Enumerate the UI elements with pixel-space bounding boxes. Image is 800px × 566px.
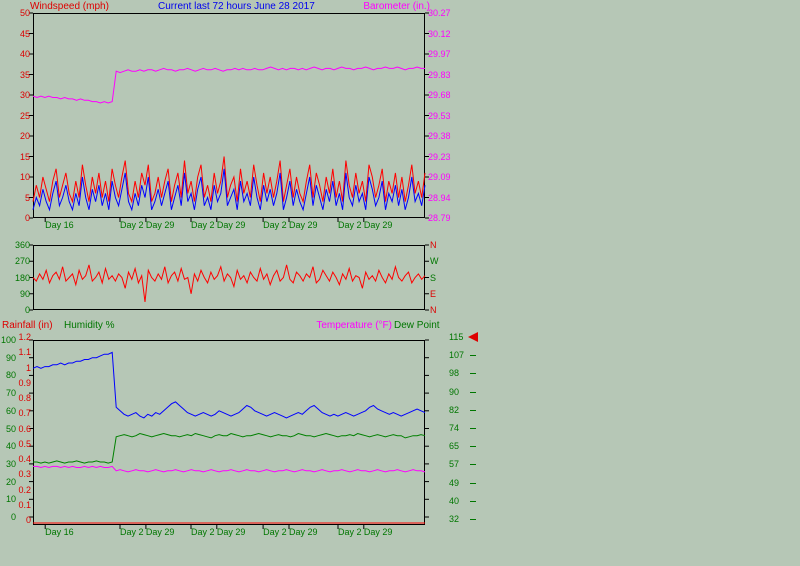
axis-tick-label: 0	[14, 515, 31, 525]
axis-tick-label: 360	[0, 240, 30, 250]
axis-tick-label: 10	[0, 172, 30, 182]
axis-tick-label: 29.23	[428, 152, 451, 162]
axis-tick-label: 0.4	[14, 454, 31, 464]
temp-scale-tick	[470, 501, 476, 502]
wind-direction-chart	[33, 245, 425, 310]
x-axis-day-label: Day 29	[289, 527, 318, 537]
axis-tick-label: 29.09	[428, 172, 451, 182]
axis-tick-label: 1	[14, 363, 31, 373]
axis-tick-label: E	[430, 289, 436, 299]
temp-scale-tick	[470, 373, 476, 374]
temp-scale-tick	[470, 392, 476, 393]
x-axis-day-label: Day 29	[289, 220, 318, 230]
axis-tick-label: 28.94	[428, 193, 451, 203]
axis-tick-label: 5	[0, 193, 30, 203]
axis-tick-label: 270	[0, 256, 30, 266]
axis-tick-label: N	[430, 305, 437, 315]
axis-tick-label: 15	[0, 152, 30, 162]
axis-tick-label: 29.53	[428, 111, 451, 121]
axis-tick-label: 82	[449, 405, 459, 415]
axis-tick-label: 45	[0, 29, 30, 39]
x-axis-day-label: Day 29	[364, 220, 393, 230]
axis-tick-label: 0.2	[14, 485, 31, 495]
x-axis-day-label: Day 2	[263, 220, 287, 230]
temp-scale-tick	[470, 428, 476, 429]
axis-tick-label: 90	[449, 387, 459, 397]
x-axis-day-label: Day 2	[191, 527, 215, 537]
axis-tick-label: 35	[0, 70, 30, 80]
temp-scale-tick	[470, 519, 476, 520]
axis-tick-label: 50	[0, 8, 30, 18]
x-axis-day-label: Day 2	[120, 527, 144, 537]
temp-scale-tick	[470, 355, 476, 356]
humidity-axis-title: Humidity %	[64, 320, 115, 331]
axis-tick-label: 0	[0, 305, 30, 315]
axis-tick-label: 28.79	[428, 213, 451, 223]
axis-tick-label: 20	[0, 131, 30, 141]
x-axis-day-label: Day 2	[338, 220, 362, 230]
axis-tick-label: 0.6	[14, 424, 31, 434]
axis-tick-label: 1.2	[14, 332, 31, 342]
axis-tick-label: 49	[449, 478, 459, 488]
x-axis-day-label: Day 29	[217, 527, 246, 537]
axis-tick-label: 29.97	[428, 49, 451, 59]
axis-tick-label: S	[430, 273, 436, 283]
axis-tick-label: 0.5	[14, 439, 31, 449]
chart-title: Current last 72 hours June 28 2017	[158, 1, 315, 12]
axis-tick-label: 180	[0, 273, 30, 283]
axis-tick-label: 30.12	[428, 29, 451, 39]
barometer-axis-title: Barometer (in.)	[330, 1, 430, 12]
temperature-axis-title: Temperature (°F)	[292, 320, 392, 331]
temp-scale-tick	[470, 446, 476, 447]
axis-tick-label: 98	[449, 368, 459, 378]
axis-tick-label: 1.1	[14, 347, 31, 357]
rainfall-axis-title: Rainfall (in)	[2, 320, 53, 331]
x-axis-day-label: Day 29	[217, 220, 246, 230]
rain-humidity-temperature-chart	[33, 340, 425, 525]
temp-scale-tick	[470, 464, 476, 465]
windspeed-axis-title: Windspeed (mph)	[30, 1, 109, 12]
axis-tick-label: 57	[449, 459, 459, 469]
dewpoint-axis-title: Dew Point	[394, 320, 440, 331]
axis-tick-label: 32	[449, 514, 459, 524]
axis-tick-label: 0	[0, 213, 30, 223]
weather-graphs-screen: Windspeed (mph) Current last 72 hours Ju…	[0, 0, 800, 566]
x-axis-day-label: Day 2	[120, 220, 144, 230]
x-axis-day-label: Day 29	[146, 527, 175, 537]
temp-scale-tick	[470, 483, 476, 484]
axis-tick-label: 0.7	[14, 408, 31, 418]
axis-tick-label: 65	[449, 441, 459, 451]
axis-tick-label: 0.9	[14, 378, 31, 388]
x-axis-day-label: Day 16	[45, 527, 74, 537]
axis-tick-label: 40	[0, 49, 30, 59]
axis-tick-label: 29.38	[428, 131, 451, 141]
temp-scale-tick	[470, 410, 476, 411]
windspeed-barometer-chart	[33, 13, 425, 218]
axis-tick-label: 29.83	[428, 70, 451, 80]
x-axis-day-label: Day 2	[263, 527, 287, 537]
axis-tick-label: 0.3	[14, 469, 31, 479]
axis-tick-label: 40	[449, 496, 459, 506]
axis-tick-label: 74	[449, 423, 459, 433]
axis-tick-label: 29.68	[428, 90, 451, 100]
axis-tick-label: W	[430, 256, 439, 266]
axis-tick-label: 0.1	[14, 500, 31, 510]
x-axis-day-label: Day 29	[364, 527, 393, 537]
axis-tick-label: 115	[449, 332, 463, 342]
axis-tick-label: 30.27	[428, 8, 451, 18]
x-axis-day-label: Day 2	[338, 527, 362, 537]
x-axis-day-label: Day 16	[45, 220, 74, 230]
x-axis-day-label: Day 29	[146, 220, 175, 230]
axis-tick-label: 90	[0, 289, 30, 299]
axis-tick-label: N	[430, 240, 437, 250]
axis-tick-label: 0.8	[14, 393, 31, 403]
axis-tick-label: 107	[449, 350, 464, 360]
x-axis-day-label: Day 2	[191, 220, 215, 230]
temperature-marker-arrow-icon	[468, 332, 478, 342]
axis-tick-label: 25	[0, 111, 30, 121]
axis-tick-label: 30	[0, 90, 30, 100]
